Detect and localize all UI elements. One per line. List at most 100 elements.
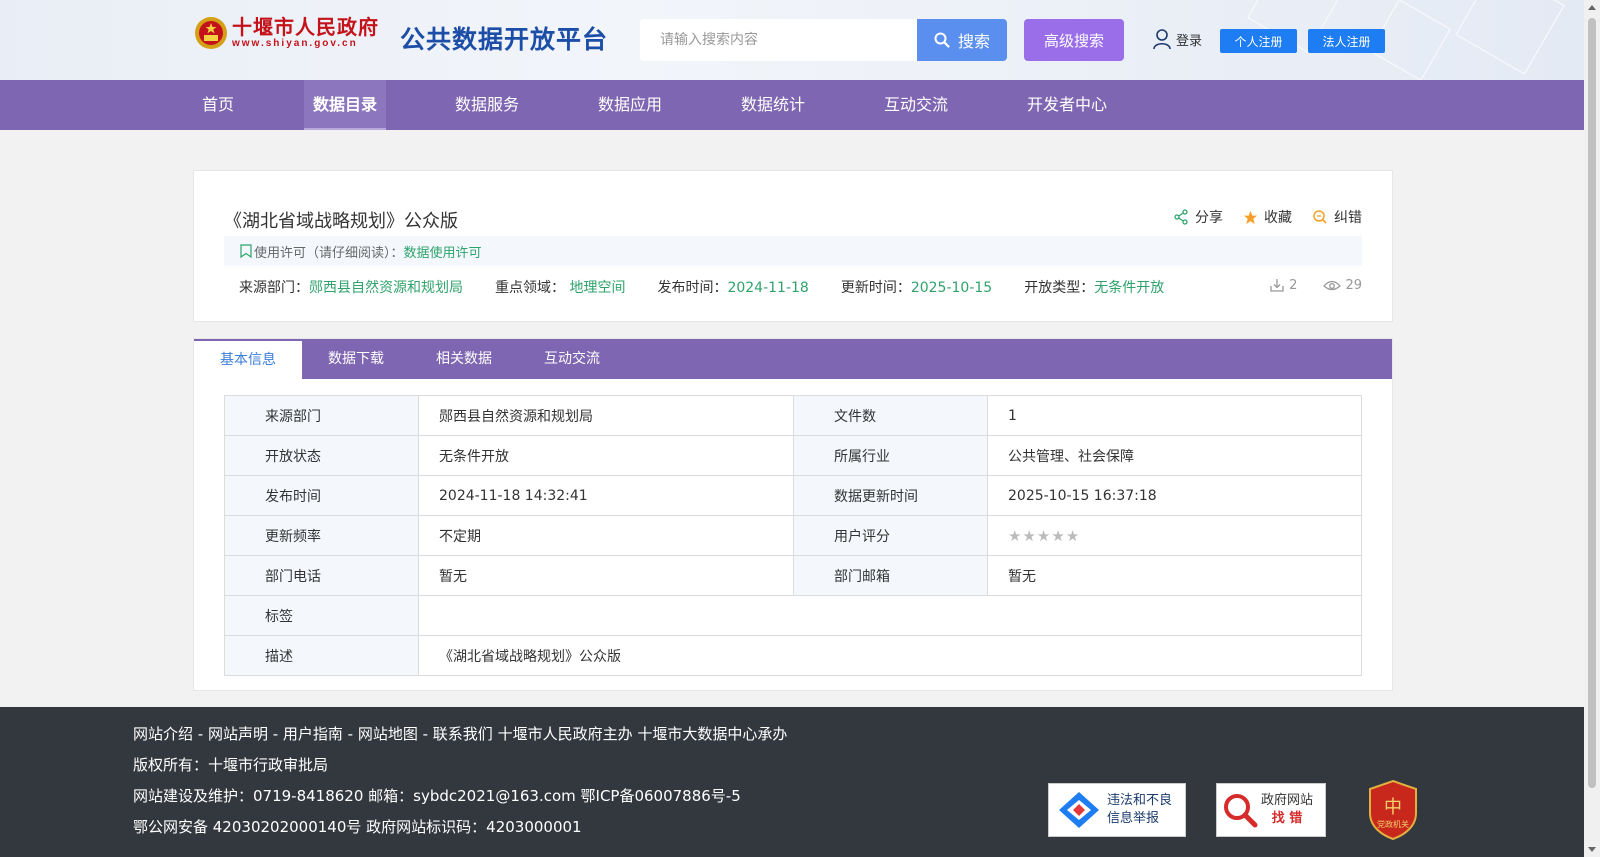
rating-star-icon[interactable]: ★ — [1066, 527, 1079, 545]
badge1-line1: 违法和不良 — [1107, 793, 1173, 808]
table-row: 标签 — [224, 595, 1362, 636]
logo-chinese-name: 十堰市人民政府 — [232, 15, 379, 39]
personal-register-button[interactable]: 个人注册 — [1220, 29, 1297, 53]
view-count: 29 — [1323, 277, 1362, 293]
dataset-title: 《湖北省域战略规划》公众版 — [224, 211, 458, 232]
footer-links[interactable]: 网站介绍 - 网站声明 - 用户指南 - 网站地图 - 联系我们 十堰市人民政府… — [133, 723, 787, 744]
meta-domain-value: 地理空间 — [569, 280, 626, 296]
tab-data-download[interactable]: 数据下载 — [302, 339, 410, 379]
favorite-button[interactable]: 收藏 — [1243, 207, 1292, 227]
badge2-line1: 政府网站 — [1261, 793, 1314, 808]
rating-stars[interactable]: ★★★★★ — [1008, 527, 1080, 545]
rating-star-icon[interactable]: ★ — [1051, 527, 1064, 545]
search-input[interactable] — [640, 19, 917, 61]
detail-tabbar: 基本信息 数据下载 相关数据 互动交流 — [194, 339, 1392, 379]
party-gov-shield-icon: 中 — [1369, 779, 1417, 841]
row-label: 文件数 — [793, 395, 988, 436]
meta-publish-value: 2024-11-18 — [727, 280, 809, 296]
share-button[interactable]: 分享 — [1173, 207, 1223, 227]
row-value: 2024-11-18 14:32:41 — [418, 475, 794, 516]
download-count: 2 — [1269, 277, 1297, 293]
search-button-label: 搜索 — [957, 32, 990, 51]
bookmark-icon — [240, 244, 252, 258]
row-value: 不定期 — [418, 515, 794, 556]
rating-star-icon[interactable]: ★ — [1037, 527, 1050, 545]
row-value: 暂无 — [418, 555, 794, 596]
correction-button[interactable]: 纠错 — [1312, 207, 1362, 227]
row-label: 数据更新时间 — [793, 475, 988, 516]
basic-info-table: 来源部门 郧西县自然资源和规划局 文件数 1 开放状态 无条件开放 所属行业 公… — [224, 395, 1362, 676]
license-link[interactable]: 数据使用许可 — [404, 242, 482, 261]
report-illegal-info-badge[interactable]: 违法和不良 信息举报 — [1048, 783, 1186, 837]
tab-basic-info[interactable]: 基本信息 — [194, 339, 302, 379]
user-rating[interactable]: ★★★★★ — [987, 515, 1362, 556]
license-bar: 使用许可（请仔细阅读）： 数据使用许可 — [224, 236, 1362, 266]
meta-source-label: 来源部门： — [239, 280, 309, 296]
row-label: 部门电话 — [224, 555, 419, 596]
tab-related-data[interactable]: 相关数据 — [410, 339, 518, 379]
report-diamond-icon — [1059, 792, 1099, 828]
scrollbar-thumb[interactable] — [1588, 18, 1596, 788]
nav-item-home[interactable]: 首页 — [193, 80, 243, 130]
row-label: 发布时间 — [224, 475, 419, 516]
dataset-meta: 来源部门：郧西县自然资源和规划局 重点领域： 地理空间 发布时间：2024-11… — [239, 277, 1164, 297]
row-label: 所属行业 — [793, 435, 988, 476]
search-button[interactable]: 搜索 — [917, 19, 1007, 61]
table-row: 部门电话 暂无 部门邮箱 暂无 — [224, 555, 1362, 596]
row-value: 公共管理、社会保障 — [987, 435, 1362, 476]
eye-icon — [1323, 280, 1342, 291]
gov-site-error-badge[interactable]: 政府网站 找 错 — [1216, 783, 1326, 837]
login-link[interactable]: 登录 — [1152, 28, 1202, 50]
footer-contact: 网站建设及维护：0719-8418620 邮箱：sybdc2021@163.co… — [133, 787, 741, 805]
party-gov-badge[interactable]: 中 党政机关 — [1366, 779, 1420, 841]
scroll-up-arrow-icon[interactable] — [1588, 5, 1596, 10]
magnifier-correction-icon — [1313, 210, 1327, 224]
table-row: 开放状态 无条件开放 所属行业 公共管理、社会保障 — [224, 435, 1362, 476]
row-label: 来源部门 — [224, 395, 419, 436]
nav-item-data-catalog[interactable]: 数据目录 — [304, 80, 386, 130]
main-nav: 首页 数据目录 数据服务 数据应用 数据统计 互动交流 开发者中心 — [0, 80, 1584, 130]
nav-item-data-applications[interactable]: 数据应用 — [589, 80, 671, 130]
row-label: 开放状态 — [224, 435, 419, 476]
star-icon — [1243, 210, 1258, 224]
site-logo[interactable]: 十堰市人民政府 www.shiyan.gov.cn — [194, 14, 379, 52]
row-value: 1 — [987, 395, 1362, 436]
nav-item-interaction[interactable]: 互动交流 — [875, 80, 957, 130]
row-value: 暂无 — [987, 555, 1362, 596]
view-count-value: 29 — [1345, 277, 1362, 293]
meta-open-label: 开放类型： — [1024, 280, 1095, 296]
row-value: 无条件开放 — [418, 435, 794, 476]
site-header: 十堰市人民政府 www.shiyan.gov.cn 公共数据开放平台 搜索 高级… — [0, 0, 1584, 80]
nav-item-data-services[interactable]: 数据服务 — [446, 80, 528, 130]
row-value: 2025-10-15 16:37:18 — [987, 475, 1362, 516]
site-footer: 网站介绍 - 网站声明 - 用户指南 - 网站地图 - 联系我们 十堰市人民政府… — [0, 707, 1584, 857]
dataset-actions: 分享 收藏 纠错 — [1173, 207, 1362, 227]
row-value: 郧西县自然资源和规划局 — [418, 395, 794, 436]
table-row: 描述 《湖北省域战略规划》公众版 — [224, 635, 1362, 676]
rating-star-icon[interactable]: ★ — [1022, 527, 1035, 545]
advanced-search-button[interactable]: 高级搜索 — [1024, 19, 1124, 61]
tag-value — [418, 595, 1362, 636]
row-label: 部门邮箱 — [793, 555, 988, 596]
page-scrollbar[interactable] — [1584, 0, 1600, 857]
share-icon — [1174, 209, 1188, 225]
meta-update-label: 更新时间： — [840, 280, 911, 296]
corporate-register-button[interactable]: 法人注册 — [1308, 29, 1385, 53]
nav-item-data-statistics[interactable]: 数据统计 — [732, 80, 814, 130]
scroll-down-arrow-icon[interactable] — [1588, 847, 1596, 852]
meta-publish-label: 发布时间： — [657, 280, 728, 296]
rating-star-icon[interactable]: ★ — [1008, 527, 1021, 545]
dataset-detail-card: 基本信息 数据下载 相关数据 互动交流 来源部门 郧西县自然资源和规划局 文件数… — [193, 338, 1393, 691]
platform-name: 公共数据开放平台 — [400, 25, 609, 54]
magnifier-error-icon — [1224, 794, 1258, 828]
decor-hexagon — [1455, 0, 1565, 75]
row-label: 更新频率 — [224, 515, 419, 556]
tab-interaction[interactable]: 互动交流 — [518, 339, 626, 379]
row-label: 用户评分 — [793, 515, 988, 556]
nav-item-developer-center[interactable]: 开发者中心 — [1018, 80, 1116, 130]
meta-domain-label: 重点领域： — [495, 280, 565, 296]
table-row: 发布时间 2024-11-18 14:32:41 数据更新时间 2025-10-… — [224, 475, 1362, 516]
footer-copyright: 版权所有：十堰市行政审批局 — [133, 756, 329, 774]
download-icon — [1270, 279, 1284, 292]
row-label: 描述 — [224, 635, 419, 676]
